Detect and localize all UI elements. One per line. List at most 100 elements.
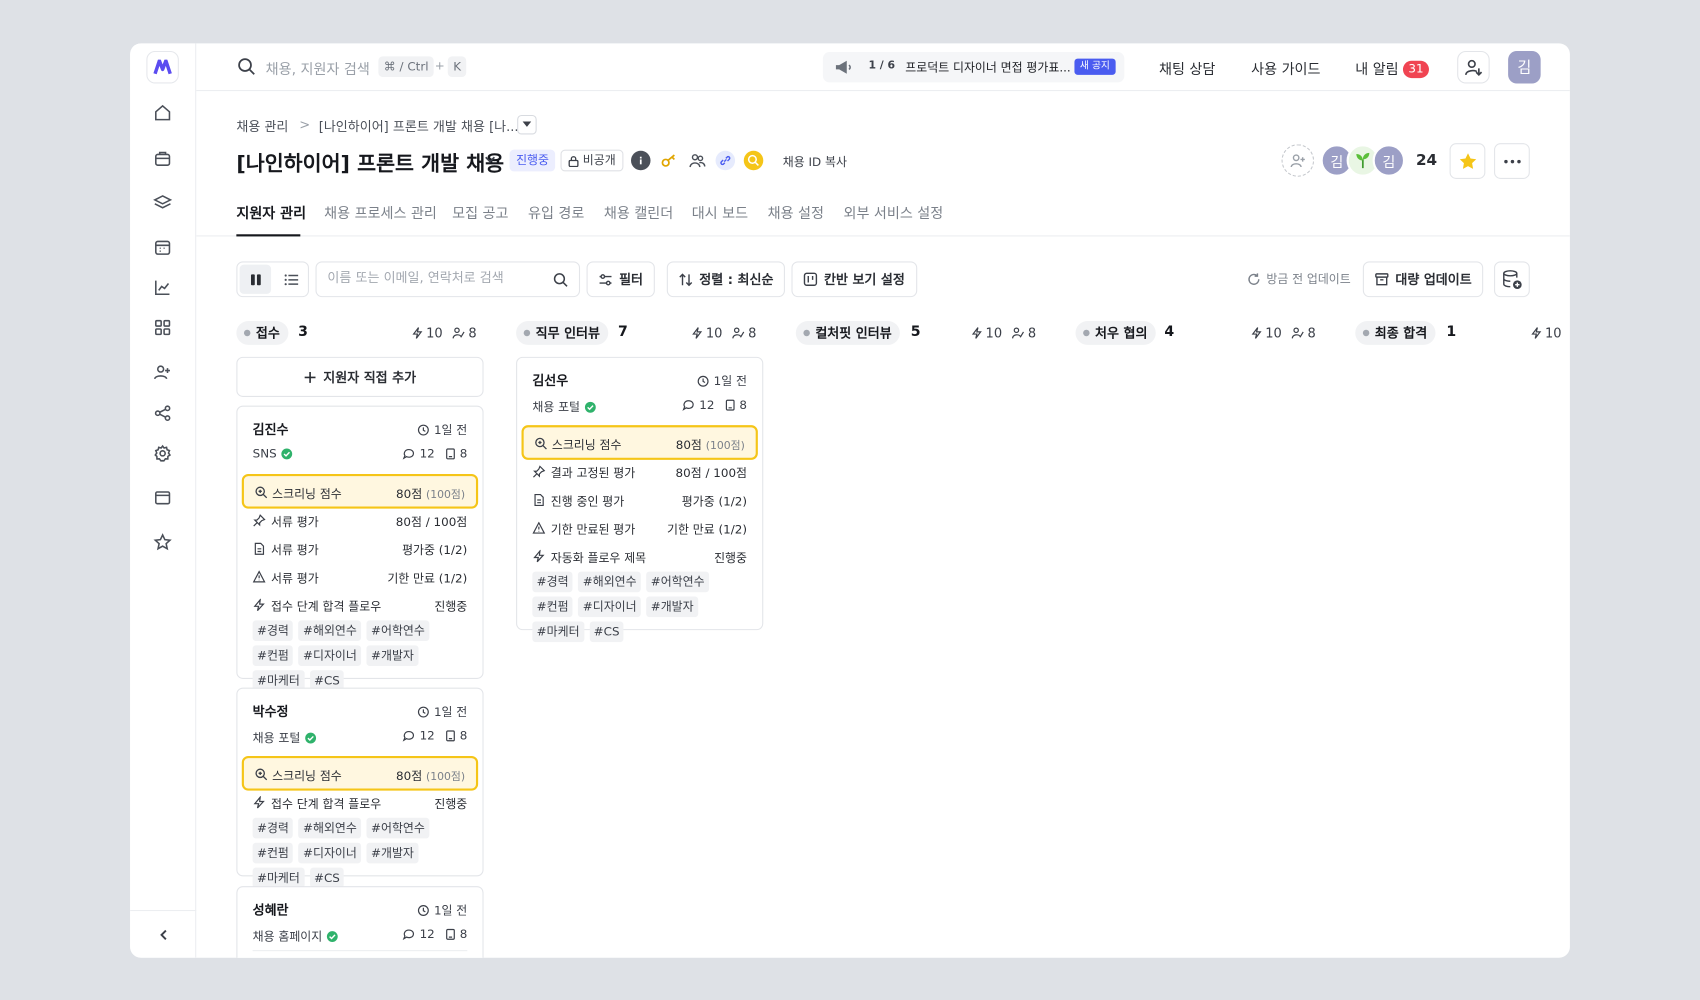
tag[interactable]: #마케터 [532, 621, 584, 643]
tag[interactable]: #해외연수 [298, 620, 362, 641]
visibility-badge[interactable]: 비공개 [560, 149, 624, 172]
tab-process[interactable]: 채용 프로세스 관리 [324, 202, 437, 222]
tag[interactable]: #개발자 [366, 645, 419, 666]
bulk-update-button[interactable]: 대량 업데이트 [1362, 261, 1484, 298]
applicant-card[interactable]: 박수정 1일 전 채용 포털 12 8 스크리닝 점수 80점 (100점) 접수… [236, 687, 484, 889]
tag[interactable]: #경력 [532, 571, 573, 593]
tab-applicants[interactable]: 지원자 관리 [236, 202, 306, 222]
grid-icon[interactable] [152, 317, 174, 339]
kanban-view-button[interactable] [239, 264, 272, 294]
stage-automation-count[interactable]: 10 [692, 325, 722, 341]
stage-name[interactable]: 컬처핏 인터뷰 [795, 321, 901, 345]
tag[interactable]: #컨펌 [532, 596, 573, 618]
calendar-icon[interactable] [152, 236, 174, 258]
tag[interactable]: #어학연수 [366, 620, 430, 641]
evaluation-row[interactable]: 기한 만료된 평가 기한 만료 (1/2) [532, 517, 747, 539]
more-options-button[interactable] [1494, 143, 1530, 179]
layers-icon[interactable] [152, 192, 174, 214]
breadcrumb-dropdown-button[interactable] [517, 114, 537, 135]
breadcrumb-root[interactable]: 채용 관리 [236, 117, 288, 135]
window-icon[interactable] [152, 487, 174, 509]
applicant-search-input[interactable] [327, 270, 545, 286]
chevron-down-icon[interactable] [482, 152, 497, 167]
copy-recruitment-id-button[interactable]: 채용 ID 복사 [783, 153, 847, 170]
team-icon[interactable] [687, 151, 707, 171]
global-search-input[interactable]: 채용, 지원자 검색 [266, 57, 370, 78]
collapse-sidebar-button[interactable] [130, 909, 197, 958]
tab-dashboard[interactable]: 대시 보드 [692, 202, 748, 222]
stage-automation-count[interactable]: 10 [971, 325, 1002, 341]
user-avatar[interactable]: 김 [1508, 50, 1541, 84]
tag[interactable]: #개발자 [366, 842, 419, 864]
list-view-button[interactable] [275, 265, 306, 294]
stage-automation-count[interactable]: 10 [1531, 325, 1562, 341]
applicant-card[interactable]: 김진수 1일 전 SNS 12 8 스크리닝 점수 80점 (100점) 서류 평… [236, 405, 484, 691]
tag[interactable]: #디자이너 [578, 596, 641, 618]
automation-row[interactable]: 접수 단계 합격 플로우 진행중 [253, 594, 467, 616]
info-icon[interactable] [631, 150, 651, 171]
notifications-link[interactable]: 내 알림 31 [1355, 57, 1429, 79]
briefcase-icon[interactable] [152, 148, 174, 170]
breadcrumb-current[interactable]: [나인하이어] 프론트 개발 채용 [나... [319, 117, 519, 135]
tag[interactable]: #디자이너 [298, 645, 362, 666]
tag[interactable]: #컨펌 [252, 842, 294, 864]
sort-button[interactable]: 정렬 : 최신순 [666, 261, 786, 298]
link-icon[interactable] [715, 150, 736, 171]
evaluation-row[interactable]: 서류 평가 기한 만료 (1/2) [252, 566, 467, 588]
database-add-button[interactable] [1494, 261, 1530, 298]
tag[interactable]: #개발자 [646, 596, 698, 618]
chart-line-icon[interactable] [152, 277, 174, 299]
favorite-button[interactable] [1449, 143, 1486, 179]
stage-automation-count[interactable]: 10 [1251, 325, 1282, 341]
screening-score-row[interactable]: 스크리닝 점수 80점 (100점) [241, 473, 479, 509]
tab-channels[interactable]: 유입 경로 [528, 202, 584, 222]
evaluation-row[interactable]: 서류 평가 80점 / 100점 [253, 510, 467, 532]
notice-banner[interactable]: 1 / 6 프로덕트 디자이너 면접 평가표... 새 공지 [822, 52, 1125, 83]
kanban-settings-button[interactable]: 칸반 보기 설정 [791, 261, 917, 298]
chat-support-link[interactable]: 채팅 상담 [1159, 57, 1215, 78]
tag[interactable]: #경력 [252, 817, 294, 839]
stage-evaluator-count[interactable]: 8 [452, 325, 477, 341]
evaluation-row[interactable]: 진행 중인 평가 평가중 (1/2) [532, 489, 747, 511]
key-icon[interactable] [659, 151, 679, 171]
screening-search-icon[interactable] [743, 150, 764, 171]
tag[interactable]: #해외연수 [578, 571, 641, 593]
tag[interactable]: #컨펌 [252, 645, 294, 666]
stage-evaluator-count[interactable]: 8 [732, 325, 756, 341]
tag[interactable]: #해외연수 [298, 817, 362, 839]
app-logo[interactable] [146, 50, 179, 84]
evaluation-row[interactable]: 결과 고정된 평가 80점 / 100점 [532, 461, 747, 483]
stage-name[interactable]: 접수 [236, 321, 289, 345]
filter-button[interactable]: 필터 [586, 261, 655, 298]
add-applicant-button[interactable]: 지원자 직접 추가 [236, 356, 484, 397]
tag[interactable]: #어학연수 [646, 571, 709, 593]
stage-name[interactable]: 처우 협의 [1075, 321, 1157, 345]
evaluation-row[interactable]: 서류 평가 평가중 (1/2) [253, 538, 467, 560]
screening-score-row[interactable]: 스크리닝 점수 80점 (100점) [521, 425, 758, 460]
refresh-button[interactable]: 방금 전 업데이트 [1247, 270, 1351, 287]
user-guide-link[interactable]: 사용 가이드 [1251, 57, 1320, 78]
home-icon[interactable] [152, 102, 174, 124]
stage-evaluator-count[interactable]: 8 [1291, 325, 1316, 341]
tag[interactable]: #디자이너 [298, 842, 362, 864]
share-icon[interactable] [152, 402, 174, 424]
tag[interactable]: #어학연수 [366, 817, 430, 839]
tag[interactable]: #CS [589, 621, 624, 643]
stage-name[interactable]: 직무 인터뷰 [516, 321, 609, 345]
tab-settings[interactable]: 채용 설정 [768, 202, 824, 222]
applicant-card[interactable]: 성혜란 1일 전 채용 홈페이지 12 8 [236, 886, 484, 958]
automation-row[interactable]: 자동화 플로우 제목 진행중 [532, 546, 747, 568]
account-switch-button[interactable] [1457, 50, 1490, 84]
tab-job-posting[interactable]: 모집 공고 [452, 202, 508, 222]
automation-row[interactable]: 접수 단계 합격 플로우 진행중 [253, 792, 467, 814]
gear-icon[interactable] [152, 443, 174, 465]
star-outline-icon[interactable] [152, 531, 174, 553]
tag[interactable]: #경력 [252, 620, 294, 641]
stage-name[interactable]: 최종 합격 [1355, 321, 1436, 345]
stage-automation-count[interactable]: 10 [412, 325, 443, 341]
screening-score-row[interactable]: 스크리닝 점수 80점 (100점) [241, 755, 479, 791]
tab-external-services[interactable]: 외부 서비스 설정 [844, 202, 944, 222]
tab-calendar[interactable]: 채용 캘린더 [604, 202, 673, 222]
user-add-icon[interactable] [152, 361, 174, 383]
applicant-card[interactable]: 김선우 1일 전 채용 포털 12 8 스크리닝 점수 80점 (100점) 결과… [516, 356, 764, 643]
